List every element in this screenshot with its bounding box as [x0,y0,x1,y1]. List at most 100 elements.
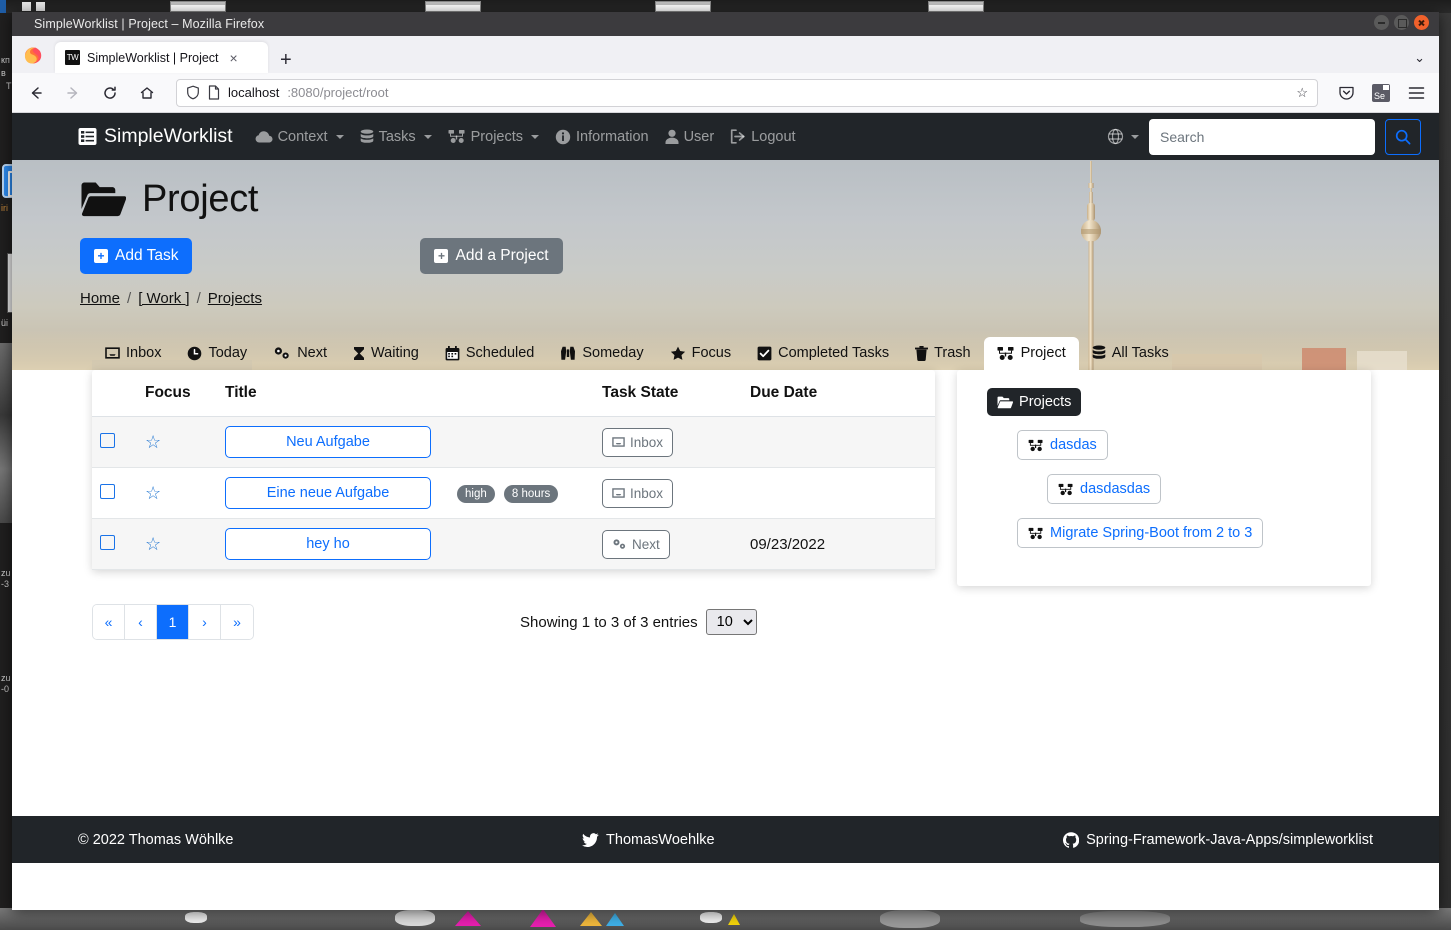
row-select-cell[interactable] [92,518,137,570]
task-title-link[interactable]: Neu Aufgabe [225,426,431,458]
table-row[interactable]: ☆ hey ho Next 09/23/2022 [92,518,936,570]
task-state-button[interactable]: Inbox [602,478,674,508]
breadcrumb-item-work[interactable]: [ Work ] [138,290,189,307]
nav-item-information[interactable]: Information [555,129,649,145]
row-select-cell[interactable] [92,416,137,468]
nav-item-user[interactable]: User [665,128,715,145]
row-checkbox[interactable] [100,483,115,499]
row-focus-cell[interactable]: ☆ [137,416,217,468]
nav-item-projects[interactable]: Projects [448,128,540,145]
col-focus: Focus [137,370,217,417]
project-node-dasdas[interactable]: dasdas [1017,430,1108,460]
col-due-date: Due Date [742,370,936,417]
maximize-button[interactable] [1394,15,1409,30]
add-task-button[interactable]: + Add Task [80,238,193,274]
row-focus-cell[interactable]: ☆ [137,518,217,570]
tab-focus[interactable]: Focus [657,337,745,370]
row-focus-cell[interactable]: ☆ [137,467,217,519]
nav-item-context[interactable]: Context [255,129,344,145]
table-row[interactable]: ☆ Neu Aufgabe Inbox [92,416,936,468]
focus-star-icon[interactable]: ☆ [145,483,161,503]
pagination-last[interactable]: » [221,605,253,639]
project-node-label: Migrate Spring-Boot from 2 to 3 [1050,525,1253,541]
footer-github[interactable]: Spring-Framework-Java-Apps/simpleworklis… [1063,832,1373,848]
window-controls[interactable] [1374,15,1429,30]
search-input[interactable]: Search [1149,118,1375,155]
address-bar[interactable]: localhost:8080/project/root ☆ [176,78,1318,107]
home-button-icon[interactable] [133,79,161,107]
row-select-cell[interactable] [92,467,137,519]
tab-label: Inbox [126,345,162,361]
add-project-button[interactable]: + Add a Project [420,238,563,274]
task-state-button[interactable]: Inbox [602,427,674,457]
tab-label: Today [208,345,248,361]
tab-waiting[interactable]: Waiting [340,337,432,370]
hero-content: Project + Add Task + Add a Project Home … [12,160,1439,307]
chevron-down-icon [423,134,432,139]
project-tree-level-2: dasdasdas [1047,474,1355,504]
brand-logo[interactable]: SimpleWorklist [78,125,233,148]
tab-project[interactable]: Project [983,337,1079,370]
tab-label: Someday [582,345,644,361]
task-title-link[interactable]: Eine neue Aufgabe [225,477,431,509]
close-tab-icon[interactable]: × [230,51,238,65]
bookmark-star-icon[interactable]: ☆ [1296,85,1308,101]
nav-item-tasks[interactable]: Tasks [360,129,432,145]
task-state-label: Inbox [630,434,664,450]
breadcrumb-item-home[interactable]: Home [80,290,120,307]
pagination-first[interactable]: « [93,605,125,639]
footer-twitter-label: ThomasWoehlke [606,831,715,848]
footer-copyright: © 2022 Thomas Wöhlke [78,831,234,848]
minimize-button[interactable] [1374,15,1389,30]
browser-tab-active[interactable]: TW SimpleWorklist | Project × [55,42,268,73]
project-node-migrate-spring-boot[interactable]: Migrate Spring-Boot from 2 to 3 [1017,518,1264,548]
nav-label: User [683,128,715,145]
language-selector[interactable] [1107,128,1139,145]
tab-someday[interactable]: Someday [547,337,656,370]
tab-trash[interactable]: Trash [902,337,984,370]
shield-icon[interactable] [186,85,200,100]
tab-completed-tasks[interactable]: Completed Tasks [744,337,902,370]
row-checkbox[interactable] [100,534,115,550]
table-row[interactable]: ☆ Eine neue Aufgabe high 8 hours Inbox [92,467,936,519]
project-node-dasdasdas[interactable]: dasdasdas [1047,474,1162,504]
focus-star-icon[interactable]: ☆ [145,432,161,452]
tab-next[interactable]: Next [260,337,340,370]
forward-button-icon[interactable] [59,79,87,107]
footer-twitter[interactable]: ThomasWoehlke [582,832,715,848]
search-submit-button[interactable] [1385,118,1421,155]
close-button[interactable] [1414,15,1429,30]
breadcrumb-item-projects[interactable]: Projects [208,290,262,307]
taskbar-indicator-2 [36,2,45,11]
hourglass-icon [353,346,365,361]
focus-star-icon[interactable]: ☆ [145,534,161,554]
task-state-button[interactable]: Next [602,529,670,559]
duration-badge: 8 hours [503,484,559,503]
pocket-icon[interactable] [1333,80,1359,106]
pagination-prev[interactable]: ‹ [125,605,157,639]
nav-label: Projects [470,128,524,145]
selenium-extension-icon[interactable]: Se [1368,80,1394,106]
tab-today[interactable]: Today [174,337,260,370]
chevron-down-icon [1131,134,1139,139]
pagination-page-1[interactable]: 1 [157,605,189,639]
footer-github-label: Spring-Framework-Java-Apps/simpleworklis… [1086,831,1373,848]
task-state-label: Inbox [630,485,664,501]
tab-scheduled[interactable]: Scheduled [432,337,548,370]
page-info-icon[interactable] [208,85,220,100]
nav-item-logout[interactable]: Logout [730,129,796,145]
row-due-cell [742,467,936,519]
binoculars-icon [560,346,576,361]
pagination-next[interactable]: › [189,605,221,639]
back-button-icon[interactable] [22,79,50,107]
task-title-link[interactable]: hey ho [225,528,431,560]
tab-all-tasks[interactable]: All Tasks [1079,337,1182,370]
tab-list-chevron-down-icon[interactable]: ⌄ [1414,50,1425,66]
page-size-select[interactable]: 10 [705,609,757,635]
row-checkbox[interactable] [100,432,115,448]
reload-button-icon[interactable] [96,79,124,107]
tab-inbox[interactable]: Inbox [92,337,174,370]
project-tree-root[interactable]: Projects [987,388,1082,416]
new-tab-button[interactable]: + [280,50,292,70]
browser-menu-icon[interactable] [1403,80,1429,106]
